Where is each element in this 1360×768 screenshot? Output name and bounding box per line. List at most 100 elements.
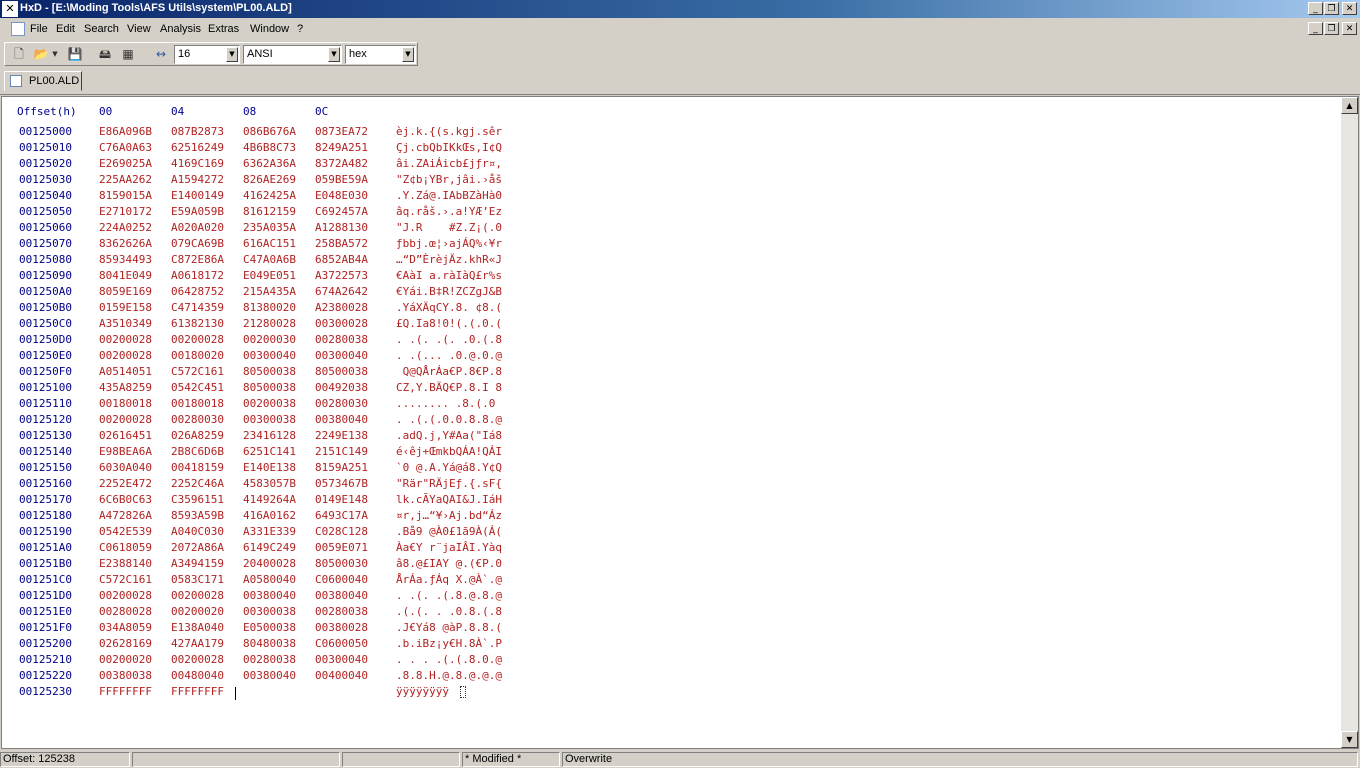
text-column[interactable]: ÿÿÿÿÿÿÿÿ bbox=[396, 684, 449, 700]
hex-group[interactable]: C3596151 bbox=[171, 492, 224, 508]
hex-group[interactable]: 00280030 bbox=[171, 412, 224, 428]
hex-group[interactable]: 00380040 bbox=[315, 588, 368, 604]
text-column[interactable]: .YáXÄqCY.8. ¢8.( bbox=[396, 300, 502, 316]
hex-group[interactable]: 00380040 bbox=[315, 412, 368, 428]
mdi-minimize-icon[interactable]: _ bbox=[1308, 22, 1323, 35]
hex-group[interactable]: 2151C149 bbox=[315, 444, 368, 460]
hex-group[interactable]: 2252E472 bbox=[99, 476, 152, 492]
hex-group[interactable]: E98BEA6A bbox=[99, 444, 152, 460]
hex-group[interactable]: 00180020 bbox=[171, 348, 224, 364]
text-column[interactable]: â8.@£IAY @.(€P.0 bbox=[396, 556, 502, 572]
hex-group[interactable]: 00200028 bbox=[99, 332, 152, 348]
hex-group[interactable]: 0583C171 bbox=[171, 572, 224, 588]
hex-group[interactable]: 06428752 bbox=[171, 284, 224, 300]
menu-file[interactable]: File bbox=[30, 23, 48, 35]
hex-group[interactable]: 81380020 bbox=[243, 300, 296, 316]
menu-edit[interactable]: Edit bbox=[56, 23, 75, 35]
hex-group[interactable]: E2710172 bbox=[99, 204, 152, 220]
open-folder-icon[interactable]: 📂 bbox=[31, 45, 51, 63]
hex-group[interactable]: 2072A86A bbox=[171, 540, 224, 556]
hex-group[interactable]: 21280028 bbox=[243, 316, 296, 332]
text-column[interactable]: ¤r‚j…“¥›Aj.bd“Áz bbox=[396, 508, 502, 524]
hex-group[interactable]: A1288130 bbox=[315, 220, 368, 236]
hex-group[interactable]: 00180018 bbox=[171, 396, 224, 412]
hex-group[interactable]: 80480038 bbox=[243, 636, 296, 652]
text-column[interactable]: . .(. .(.8.@.8.@ bbox=[396, 588, 502, 604]
mdi-restore-icon[interactable]: ❐ bbox=[1324, 22, 1339, 35]
hex-group[interactable]: 62516249 bbox=[171, 140, 224, 156]
hex-group[interactable]: 00380028 bbox=[315, 620, 368, 636]
hex-group[interactable]: 00300028 bbox=[315, 316, 368, 332]
hex-group[interactable]: 8362626A bbox=[99, 236, 152, 252]
hex-group[interactable]: 80500030 bbox=[315, 556, 368, 572]
hex-group[interactable]: 00200028 bbox=[99, 348, 152, 364]
hex-group[interactable]: 4169C169 bbox=[171, 156, 224, 172]
hex-group[interactable]: 2252C46A bbox=[171, 476, 224, 492]
hex-group[interactable]: E138A040 bbox=[171, 620, 224, 636]
hex-group[interactable]: 826AE269 bbox=[243, 172, 296, 188]
text-column[interactable]: …“D”ÈrèjÄz.khR«J bbox=[396, 252, 502, 268]
hex-group[interactable]: 6030A040 bbox=[99, 460, 152, 476]
hex-group[interactable]: 8041E049 bbox=[99, 268, 152, 284]
offset-base-select[interactable]: hex ▼ bbox=[345, 45, 416, 64]
text-column[interactable]: Çj.cbQbIKkŒs‚I¢Q bbox=[396, 140, 502, 156]
text-column[interactable]: . .(... .0.@.0.@ bbox=[396, 348, 502, 364]
hex-group[interactable]: E140E138 bbox=[243, 460, 296, 476]
hex-group[interactable]: 8059E169 bbox=[99, 284, 152, 300]
open-disk-icon[interactable]: 🖴 bbox=[95, 45, 115, 63]
hex-group[interactable]: 435A8259 bbox=[99, 380, 152, 396]
hex-group[interactable]: C4714359 bbox=[171, 300, 224, 316]
hex-group[interactable]: 0873EA72 bbox=[315, 124, 368, 140]
hex-group[interactable]: 00280028 bbox=[99, 604, 152, 620]
text-column[interactable]: €Yái.B‡R!ZCZgJ&B bbox=[396, 284, 502, 300]
hex-group[interactable]: 087B2873 bbox=[171, 124, 224, 140]
hex-group[interactable]: 4149264A bbox=[243, 492, 296, 508]
hex-group[interactable]: 224A0252 bbox=[99, 220, 152, 236]
text-column[interactable]: ƒbbj.œ¦›ajÁQ%‹¥r bbox=[396, 236, 502, 252]
mdi-close-icon[interactable]: ✕ bbox=[1342, 22, 1357, 35]
hex-group[interactable]: 8159015A bbox=[99, 188, 152, 204]
hex-group[interactable]: 00300038 bbox=[243, 412, 296, 428]
hex-group[interactable]: 00418159 bbox=[171, 460, 224, 476]
hex-group[interactable]: 6C6B0C63 bbox=[99, 492, 152, 508]
hex-group[interactable]: 4B6B8C73 bbox=[243, 140, 296, 156]
hex-group[interactable]: C47A0A6B bbox=[243, 252, 296, 268]
hex-group[interactable]: 6149C249 bbox=[243, 540, 296, 556]
hex-group[interactable]: 086B676A bbox=[243, 124, 296, 140]
status-mode[interactable]: Overwrite bbox=[562, 752, 1358, 767]
hex-group[interactable]: C76A0A63 bbox=[99, 140, 152, 156]
hex-group[interactable]: 80500038 bbox=[243, 364, 296, 380]
chevron-down-icon[interactable]: ▼ bbox=[226, 47, 238, 62]
text-column[interactable]: ÅrÁa.ƒÁq X.@À`.@ bbox=[396, 572, 502, 588]
text-column[interactable]: èj.k.{(s.kgj.sêr bbox=[396, 124, 502, 140]
hex-group[interactable]: C572C161 bbox=[171, 364, 224, 380]
hex-group[interactable]: 215A435A bbox=[243, 284, 296, 300]
hex-group[interactable]: 6852AB4A bbox=[315, 252, 368, 268]
hex-group[interactable]: 02616451 bbox=[99, 428, 152, 444]
charset-select[interactable]: ANSI ▼ bbox=[243, 45, 342, 64]
hex-group[interactable]: 427AA179 bbox=[171, 636, 224, 652]
hex-group[interactable]: 416A0162 bbox=[243, 508, 296, 524]
hex-group[interactable]: 00400040 bbox=[315, 668, 368, 684]
hxd-icon[interactable]: ✕ bbox=[2, 1, 18, 17]
close-icon[interactable]: ✕ bbox=[1342, 2, 1357, 15]
hex-group[interactable]: 616AC151 bbox=[243, 236, 296, 252]
hex-group[interactable]: 00280038 bbox=[315, 604, 368, 620]
bytes-per-row-select[interactable]: 16 ▼ bbox=[174, 45, 240, 64]
hex-group[interactable]: C572C161 bbox=[99, 572, 152, 588]
hex-group[interactable]: A1594272 bbox=[171, 172, 224, 188]
hex-group[interactable]: 00380038 bbox=[99, 668, 152, 684]
hex-group[interactable]: 0542E539 bbox=[99, 524, 152, 540]
text-column[interactable]: .Bå9 @À0£1ã9À(Á( bbox=[396, 524, 502, 540]
hex-group[interactable]: A020A020 bbox=[171, 220, 224, 236]
hex-group[interactable]: 00300040 bbox=[243, 348, 296, 364]
hex-group[interactable]: FFFFFFFF bbox=[99, 684, 152, 700]
menu-extras[interactable]: Extras bbox=[208, 23, 239, 35]
hex-group[interactable]: C0618059 bbox=[99, 540, 152, 556]
hex-group[interactable]: 00300038 bbox=[243, 604, 296, 620]
hex-group[interactable]: 6362A36A bbox=[243, 156, 296, 172]
hex-group[interactable]: 00280038 bbox=[243, 652, 296, 668]
hex-group[interactable]: 00200020 bbox=[171, 604, 224, 620]
menu-analysis[interactable]: Analysis bbox=[160, 23, 201, 35]
text-column[interactable]: âi.ZAiÁicb£jƒr¤‚ bbox=[396, 156, 502, 172]
